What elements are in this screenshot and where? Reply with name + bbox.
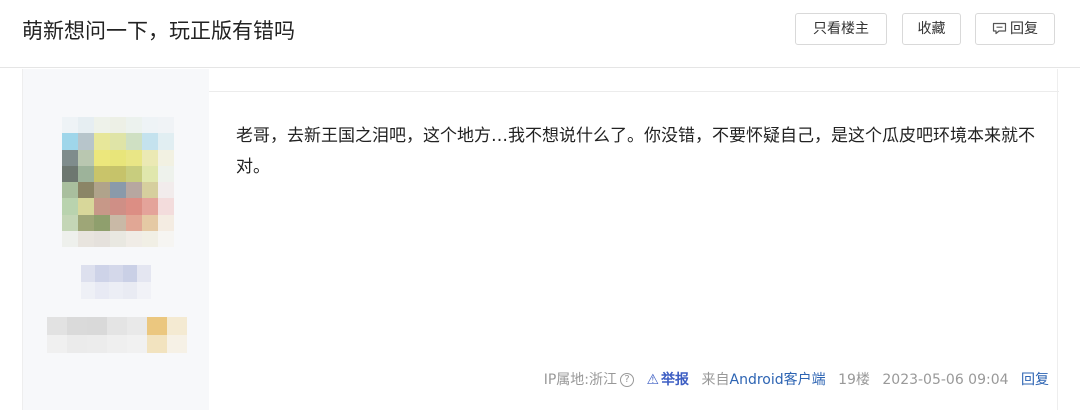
report-label: 举报 — [661, 372, 690, 388]
client-link[interactable]: Android客户端 — [730, 372, 826, 388]
warning-icon: ⚠ — [646, 372, 660, 388]
user-badge-blurred — [47, 317, 187, 353]
reply-button[interactable]: 回复 — [975, 13, 1055, 45]
help-icon[interactable]: ? — [620, 373, 635, 387]
user-sidebar — [23, 69, 209, 410]
only-view-op-button[interactable]: 只看楼主 — [795, 13, 887, 45]
divider — [209, 91, 1059, 92]
ip-location: IP属地:浙江 — [543, 372, 618, 388]
comment-icon — [992, 22, 1007, 35]
collect-button[interactable]: 收藏 — [902, 13, 961, 45]
thread-title: 萌新想问一下，玩正版有错吗 — [22, 19, 295, 43]
client-source-prefix: 来自 — [701, 372, 730, 388]
post-content: 老哥，去新王国之泪吧，这个地方…我不想说什么了。你没错，不要怀疑自己，是这个瓜皮… — [236, 126, 1035, 177]
report-link[interactable]: ⚠ 举报 — [646, 372, 689, 388]
post-footer: IP属地:浙江? ⚠ 举报 来自Android客户端 19楼 2023-05-06… — [536, 370, 1049, 390]
username-blurred[interactable] — [81, 265, 151, 299]
reply-button-label: 回复 — [1010, 21, 1038, 37]
client-source: 来自Android客户端 — [702, 372, 826, 388]
avatar[interactable] — [62, 117, 174, 247]
reply-link[interactable]: 回复 — [1021, 372, 1049, 388]
floor-number: 19楼 — [838, 372, 870, 388]
post-floor: 老哥，去新王国之泪吧，这个地方…我不想说什么了。你没错，不要怀疑自己，是这个瓜皮… — [22, 69, 1059, 410]
post-time: 2023-05-06 09:04 — [882, 372, 1009, 388]
thread-header: 萌新想问一下，玩正版有错吗 只看楼主 收藏 回复 — [0, 0, 1080, 68]
